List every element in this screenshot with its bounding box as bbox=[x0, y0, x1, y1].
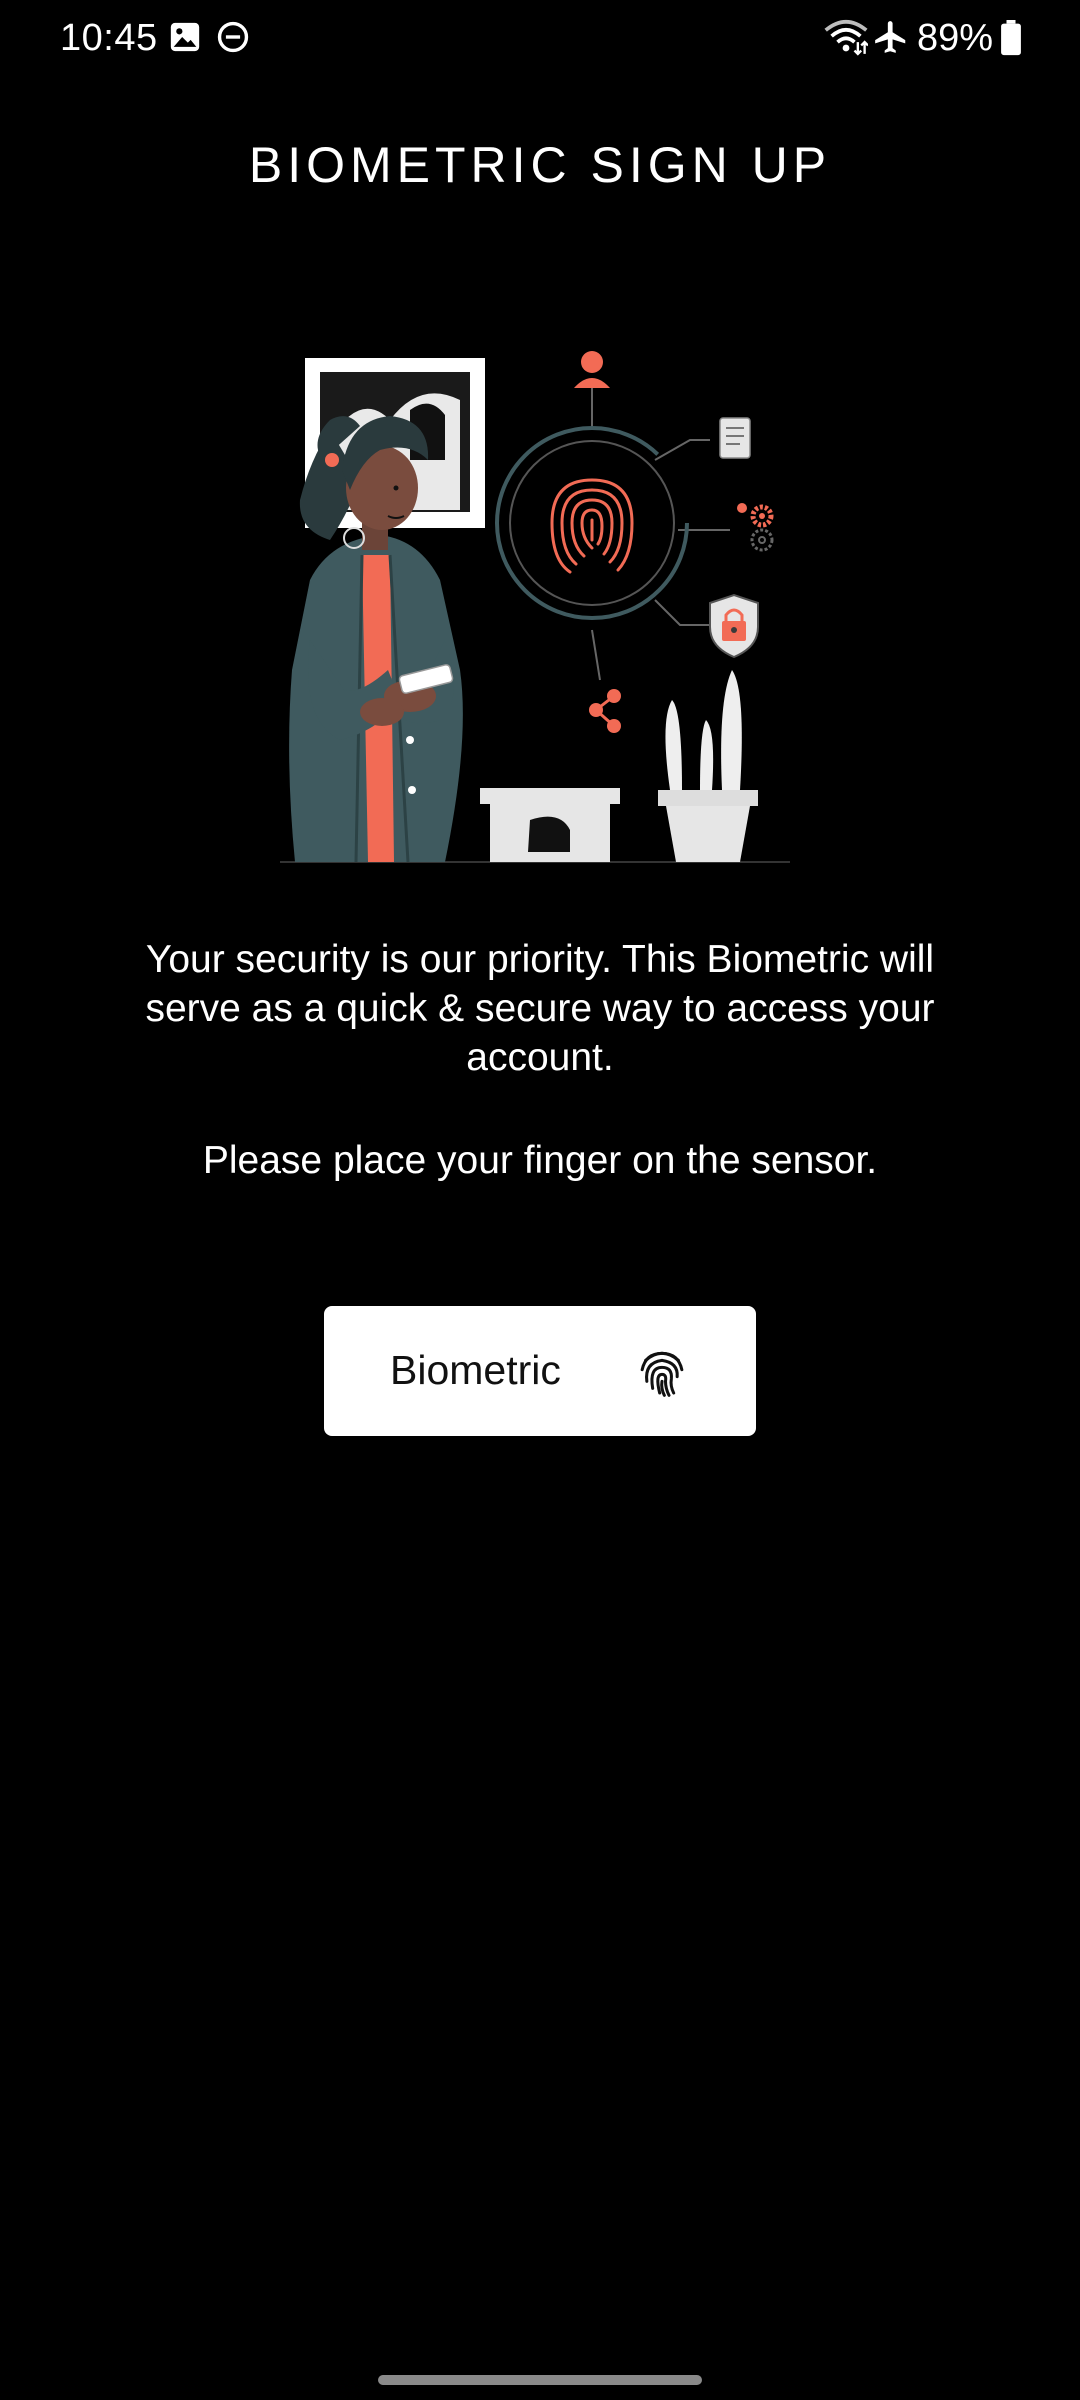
biometric-button[interactable]: Biometric bbox=[324, 1306, 756, 1436]
gesture-nav-handle[interactable] bbox=[378, 2375, 702, 2385]
status-time: 10:45 bbox=[60, 17, 158, 59]
page-title: BIOMETRIC SIGN UP bbox=[248, 137, 832, 193]
battery-icon bbox=[1001, 20, 1021, 56]
instruction-text: Please place your finger on the sensor. bbox=[202, 1139, 878, 1182]
biometric-button-label: Biometric bbox=[390, 1347, 561, 1393]
status-bar: 10:45 89% bbox=[0, 0, 1080, 76]
airplane-mode-icon bbox=[875, 21, 906, 53]
do-not-disturb-icon bbox=[217, 21, 249, 53]
wifi-icon bbox=[824, 19, 868, 56]
fingerprint-icon bbox=[640, 1351, 684, 1397]
battery-percent: 89% bbox=[917, 17, 994, 59]
woman-using-phone-fingerprint-illustration bbox=[280, 351, 790, 863]
image-icon bbox=[170, 22, 200, 52]
description-text: Your security is our priority. This Biom… bbox=[145, 938, 935, 1079]
